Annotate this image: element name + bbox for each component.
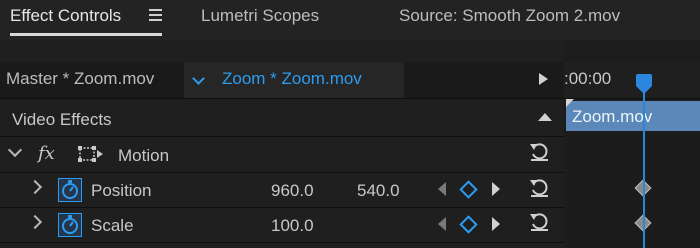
sequence-clip-tab[interactable]: Zoom * Zoom.mov (222, 69, 362, 89)
tab-effect-controls[interactable]: Effect Controls (10, 6, 121, 26)
fx-icon[interactable]: fx (38, 143, 55, 164)
master-clip-tab[interactable]: Master * Zoom.mov (6, 69, 154, 89)
tab-source[interactable]: Source: Smooth Zoom 2.mov (399, 6, 620, 26)
scale-value[interactable]: 100.0 (271, 216, 314, 236)
transform-box-icon[interactable] (78, 146, 103, 162)
divider (0, 172, 564, 173)
playhead-handle[interactable] (636, 74, 652, 86)
motion-label: Motion (118, 146, 170, 165)
active-tab-underline (10, 33, 162, 36)
play-triangle-icon[interactable] (539, 73, 548, 85)
next-keyframe-icon[interactable] (492, 217, 500, 231)
reset-icon[interactable] (528, 176, 550, 197)
playhead-line[interactable] (643, 84, 645, 248)
clip-name: Zoom.mov (572, 107, 653, 126)
next-keyframe-icon[interactable] (492, 182, 500, 196)
property-label-scale: Scale (91, 216, 134, 235)
position-x-value[interactable]: 960.0 (271, 181, 314, 201)
prev-keyframe-icon[interactable] (438, 217, 446, 231)
divider (0, 207, 564, 208)
clip-in-marker (566, 99, 574, 107)
reset-icon[interactable] (528, 210, 550, 231)
divider (0, 136, 564, 137)
tab-lumetri-scopes[interactable]: Lumetri Scopes (201, 6, 319, 26)
video-effects-heading: Video Effects (12, 110, 112, 129)
property-label-position: Position (91, 181, 152, 200)
stopwatch-icon[interactable] (58, 176, 82, 202)
position-y-value[interactable]: 540.0 (357, 181, 400, 201)
prev-keyframe-icon[interactable] (438, 182, 446, 196)
playhead-handle-tip (636, 86, 652, 94)
stopwatch-icon[interactable] (58, 211, 82, 237)
timecode: :00:00 (564, 69, 612, 88)
divider (0, 242, 564, 243)
divider (0, 98, 564, 99)
collapse-up-icon[interactable] (538, 113, 552, 121)
reset-icon[interactable] (528, 140, 550, 161)
divider (564, 98, 700, 99)
panel-menu-icon[interactable] (149, 9, 162, 21)
